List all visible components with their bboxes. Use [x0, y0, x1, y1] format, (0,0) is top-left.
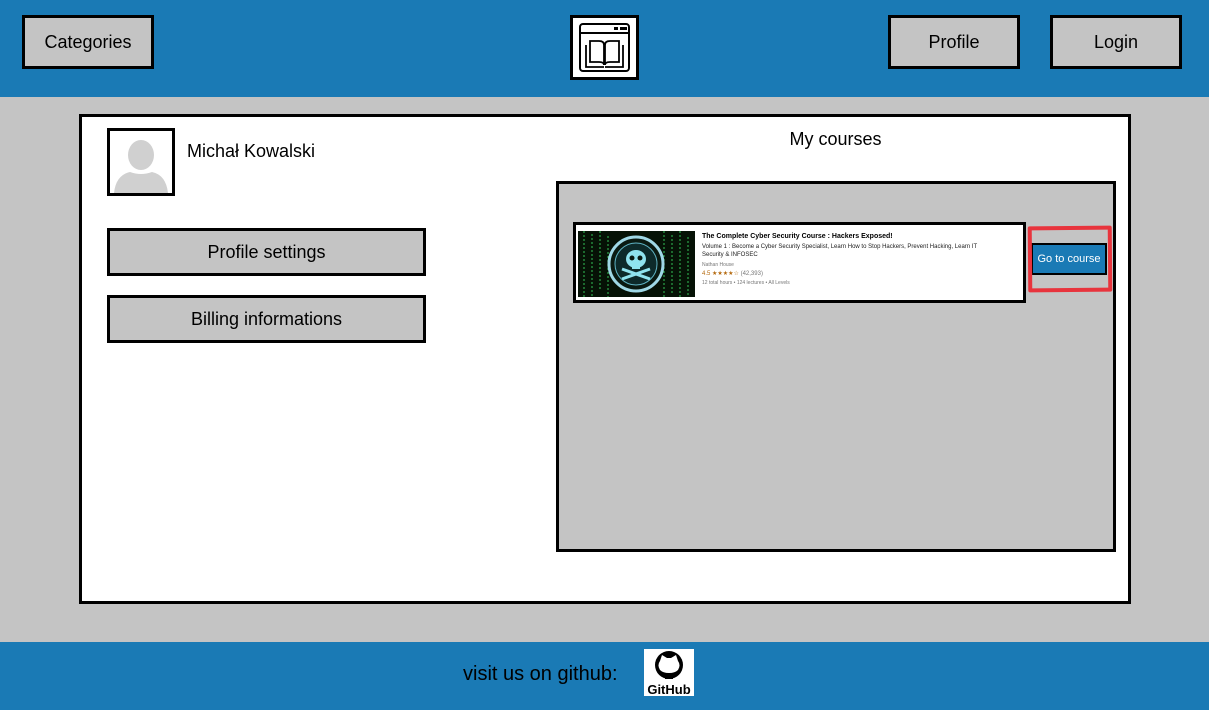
login-button[interactable]: Login	[1050, 15, 1182, 69]
rating-value: 4.5	[702, 271, 711, 277]
user-name: Michał Kowalski	[187, 141, 316, 161]
github-logo-text: GitHub	[647, 682, 690, 696]
rating-stars-icon: ★★★★☆	[712, 271, 739, 277]
go-to-course-button[interactable]: Go to course	[1031, 243, 1107, 275]
course-rating: 4.5 ★★★★☆ (42,393)	[702, 270, 763, 277]
profile-button[interactable]: Profile	[888, 15, 1020, 69]
github-link[interactable]: GitHub	[644, 649, 694, 697]
course-title[interactable]: The Complete Cyber Security Course : Hac…	[702, 233, 893, 240]
profile-settings-button[interactable]: Profile settings	[107, 228, 426, 276]
book-window-icon	[579, 23, 630, 72]
course-card[interactable]: The Complete Cyber Security Course : Hac…	[573, 222, 1026, 303]
course-meta: 12 total hours • 124 lectures • All Leve…	[702, 280, 790, 286]
github-text: visit us on github:	[463, 663, 618, 685]
user-avatar-icon	[110, 131, 172, 193]
rating-count: (42,393)	[740, 271, 763, 277]
top-header: Categories Profile Login	[0, 0, 1209, 97]
billing-informations-button[interactable]: Billing informations	[107, 295, 426, 343]
categories-button[interactable]: Categories	[22, 15, 154, 69]
course-thumbnail	[578, 231, 695, 297]
course-author: Nathan House	[702, 262, 734, 268]
avatar	[107, 128, 175, 196]
my-courses-title: My courses	[789, 129, 882, 149]
logo[interactable]	[570, 15, 639, 80]
course-description: Volume 1 : Become a Cyber Security Speci…	[702, 244, 978, 258]
github-icon: GitHub	[647, 651, 691, 697]
